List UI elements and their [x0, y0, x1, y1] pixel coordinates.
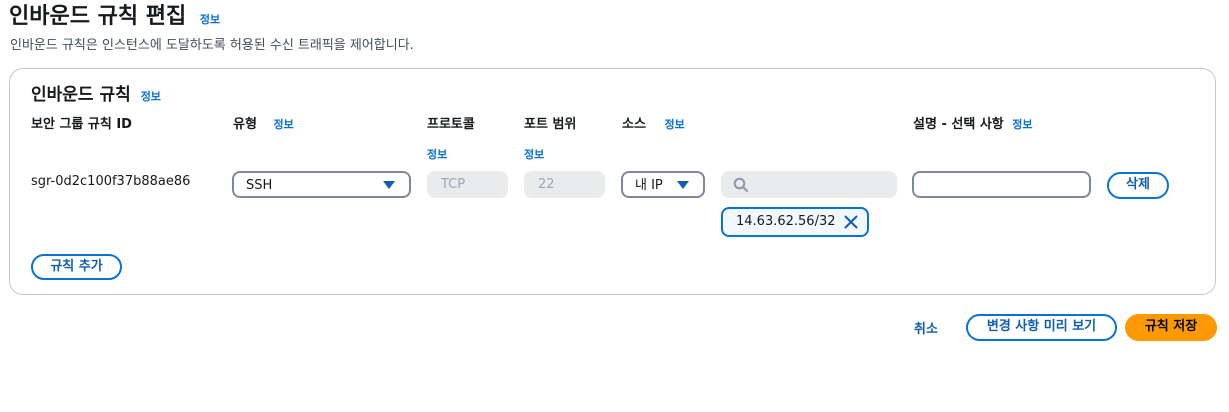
column-header-source-label: 소스: [622, 117, 646, 132]
panel-title-text: 인바운드 규칙: [31, 85, 131, 105]
port-range-info-link[interactable]: 정보: [524, 146, 544, 162]
rule-id-value: sgr-0d2c100f37b88ae86: [31, 174, 191, 189]
panel-title: 인바운드 규칙 정보: [31, 83, 161, 109]
source-select[interactable]: 내 IP: [621, 171, 705, 198]
description-input-value: [914, 178, 924, 193]
save-rules-button[interactable]: 규칙 저장: [1125, 314, 1217, 341]
preview-changes-button[interactable]: 변경 사항 미리 보기: [966, 314, 1117, 341]
search-icon: [733, 177, 748, 192]
panel-info-link[interactable]: 정보: [141, 90, 161, 103]
page-title-text: 인바운드 규칙 편집: [9, 4, 187, 29]
close-icon[interactable]: [844, 215, 858, 229]
type-select[interactable]: SSH: [232, 171, 411, 198]
source-cidr-token: 14.63.62.56/32: [721, 207, 869, 237]
source-cidr-value: 14.63.62.56/32: [736, 214, 836, 229]
page-title: 인바운드 규칙 편집 정보: [9, 2, 220, 35]
column-header-protocol: 프로토콜: [427, 117, 475, 132]
description-input[interactable]: [912, 171, 1091, 198]
source-search-input[interactable]: [721, 171, 897, 198]
cancel-button[interactable]: 취소: [914, 318, 938, 337]
delete-rule-button[interactable]: 삭제: [1107, 172, 1169, 199]
column-header-rule-id: 보안 그룹 규칙 ID: [31, 117, 132, 132]
protocol-info-link[interactable]: 정보: [427, 146, 447, 162]
column-header-port-range: 포트 범위: [524, 117, 577, 132]
description-info-link[interactable]: 정보: [1012, 118, 1032, 131]
page-info-link[interactable]: 정보: [200, 13, 220, 26]
column-header-description: 설명 - 선택 사항 정보: [913, 116, 1033, 134]
source-info-link[interactable]: 정보: [664, 118, 684, 131]
port-range-field: 22: [524, 171, 605, 198]
page-description: 인바운드 규칙은 인스턴스에 도달하도록 허용된 수신 트래픽을 제어합니다.: [10, 38, 414, 53]
type-info-link[interactable]: 정보: [273, 118, 293, 131]
protocol-field: TCP: [427, 171, 508, 198]
column-header-description-label: 설명 - 선택 사항: [913, 117, 1004, 132]
column-header-type-label: 유형: [233, 117, 257, 132]
column-header-type: 유형 정보: [233, 116, 294, 134]
caret-down-icon: [677, 181, 689, 189]
type-select-value: SSH: [246, 178, 273, 193]
caret-down-icon: [383, 181, 395, 189]
add-rule-button[interactable]: 규칙 추가: [31, 254, 122, 280]
column-header-source: 소스 정보: [622, 116, 685, 134]
source-select-value: 내 IP: [635, 178, 663, 193]
